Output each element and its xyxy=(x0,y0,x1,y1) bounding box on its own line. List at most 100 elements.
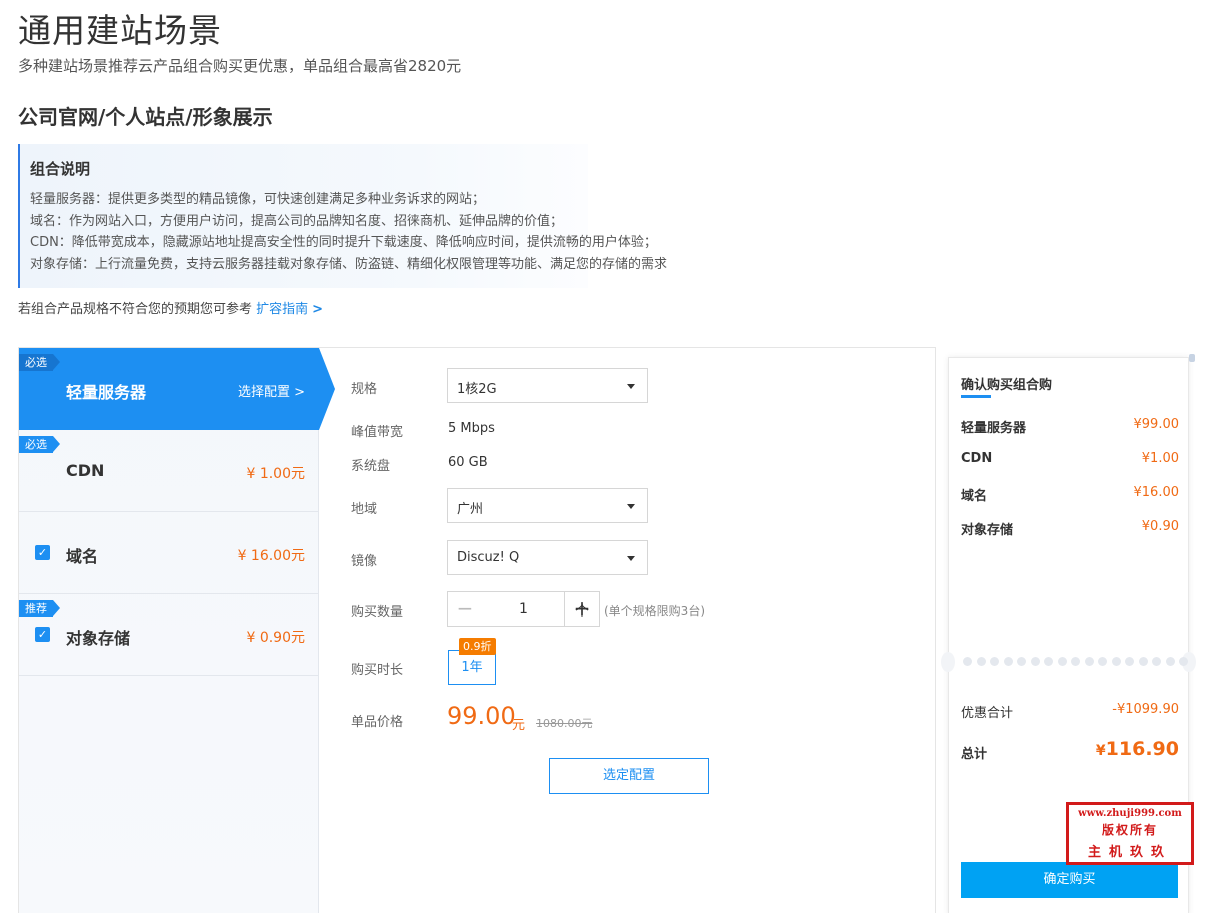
copyright-watermark: www.zhuji999.com 版权所有 主机玖玖 xyxy=(1066,802,1194,865)
product-price: ¥ 0.90元 xyxy=(246,630,305,646)
bandwidth-label: 峰值带宽 xyxy=(351,425,404,440)
summary-item-price: ¥99.00 xyxy=(1133,417,1180,432)
summary-item-price: ¥1.00 xyxy=(1141,451,1179,466)
summary-item-price: ¥16.00 xyxy=(1133,485,1180,500)
ticket-perforation xyxy=(949,655,1188,669)
checkbox-checked-icon[interactable]: ✓ xyxy=(35,545,50,560)
image-select[interactable]: Discuz! Q xyxy=(447,540,648,575)
perforation-dot xyxy=(1165,657,1175,666)
expansion-guide-link[interactable]: 扩容指南 > xyxy=(256,302,323,317)
quantity-limit: (单个规格限购3台) xyxy=(604,604,705,618)
page-subtitle: 多种建站场景推荐云产品组合购买更优惠，单品组合最高省2820元 xyxy=(18,57,462,75)
description-line: CDN：降低带宽成本，隐藏源站地址提高安全性的同时提升下载速度、降低响应时间，提… xyxy=(30,235,657,250)
perforation-dot xyxy=(1138,657,1148,666)
confirm-purchase-button[interactable]: 确定购买 xyxy=(961,862,1178,898)
description-line: 轻量服务器：提供更多类型的精品镜像，可快速创建满足多种业务诉求的网站； xyxy=(30,192,486,207)
product-price: ¥ 16.00元 xyxy=(237,548,305,564)
price-label: 单品价格 xyxy=(351,715,404,730)
hint-text: 若组合产品规格不符合您的预期您可参考 xyxy=(18,302,253,317)
product-item-cos[interactable]: 推荐 ✓ 对象存储 ¥ 0.90元 xyxy=(19,594,319,676)
caret-down-icon xyxy=(627,384,635,389)
summary-title: 确认购买组合购 xyxy=(961,378,1053,393)
bandwidth-value: 5 Mbps xyxy=(448,421,495,436)
perforation-dot xyxy=(1003,657,1013,666)
image-value: Discuz! Q xyxy=(457,550,520,565)
spec-select[interactable]: 1核2G xyxy=(447,368,648,403)
perforation-dot xyxy=(1179,657,1188,666)
bundle-description: 组合说明 轻量服务器：提供更多类型的精品镜像，可快速创建满足多种业务诉求的网站；… xyxy=(18,144,668,288)
duration-option-1-year[interactable]: 1年 xyxy=(448,650,496,685)
scene-title: 公司官网/个人站点/形象展示 xyxy=(18,105,273,129)
recommended-badge: 推荐 xyxy=(19,600,60,617)
perforation-dot xyxy=(1125,657,1134,666)
summary-item: 域名 ¥16.00 xyxy=(961,485,1179,505)
scrollbar-thumb[interactable] xyxy=(1189,354,1195,362)
chevron-right-icon: > xyxy=(312,302,324,317)
spec-label: 规格 xyxy=(351,382,378,397)
image-label: 镜像 xyxy=(351,554,378,569)
product-item-lighthouse[interactable]: 必选 轻量服务器 选择配置 > xyxy=(19,348,335,430)
total-label: 总计 xyxy=(961,747,988,762)
perforation-dot xyxy=(1057,657,1067,666)
summary-item-name: 轻量服务器 xyxy=(961,421,1027,436)
product-name: CDN xyxy=(66,461,105,480)
perforation-dot xyxy=(1030,657,1040,666)
perforation-dot xyxy=(963,657,972,666)
product-name: 轻量服务器 xyxy=(66,383,147,402)
disk-value: 60 GB xyxy=(448,455,488,470)
perforation-dot xyxy=(1111,657,1121,666)
product-name: 对象存储 xyxy=(66,629,131,648)
product-price: ¥ 1.00元 xyxy=(246,466,305,482)
product-list: 必选 轻量服务器 选择配置 > 必选 CDN ¥ 1.00元 ✓ 域名 ¥ 16… xyxy=(19,348,335,913)
bundle-config-card: 必选 轻量服务器 选择配置 > 必选 CDN ¥ 1.00元 ✓ 域名 ¥ 16… xyxy=(18,347,936,913)
summary-item-name: 域名 xyxy=(961,489,988,504)
summary-title-underline xyxy=(961,395,991,398)
product-name: 域名 xyxy=(66,547,99,566)
quantity-unit: 个 xyxy=(575,604,589,620)
summary-item: 轻量服务器 ¥99.00 xyxy=(961,417,1179,437)
total-currency: ¥ xyxy=(1095,743,1106,759)
perforation-dot xyxy=(990,657,999,666)
required-badge: 必选 xyxy=(19,436,60,453)
product-item-cdn[interactable]: 必选 CDN ¥ 1.00元 xyxy=(19,430,319,512)
perforation-dot xyxy=(1152,657,1161,666)
discount-label: 优惠合计 xyxy=(961,706,1014,721)
checkbox-checked-icon[interactable]: ✓ xyxy=(35,627,50,642)
summary-item: CDN ¥1.00 xyxy=(961,451,1179,471)
page-title: 通用建站场景 xyxy=(18,11,222,50)
unit-price: 99.00 xyxy=(447,702,516,730)
quantity-label: 购买数量 xyxy=(351,605,404,620)
confirm-config-button[interactable]: 选定配置 xyxy=(549,758,709,794)
duration-label: 购买时长 xyxy=(351,663,404,678)
price-unit: 元 xyxy=(512,718,526,733)
perforation-dot xyxy=(1098,657,1107,666)
perforation-dot xyxy=(1044,657,1053,666)
description-line: 对象存储：上行流量免费，支持云服务器挂载对象存储、防盗链、精细化权限管理等功能、… xyxy=(30,256,668,272)
total-amount: 116.90 xyxy=(1105,738,1179,760)
summary-item-name: 对象存储 xyxy=(961,523,1014,538)
required-badge: 必选 xyxy=(19,354,60,371)
caret-down-icon xyxy=(627,504,635,509)
perforation-dot xyxy=(1084,657,1094,666)
minus-icon[interactable]: − xyxy=(447,591,483,627)
summary-item: 对象存储 ¥0.90 xyxy=(961,519,1179,539)
watermark-url: www.zhuji999.com xyxy=(1078,808,1182,819)
summary-item-price: ¥0.90 xyxy=(1141,519,1179,534)
original-price: 1080.00元 xyxy=(536,717,593,730)
discount-badge: 0.9折 xyxy=(459,638,496,655)
perforation-dot xyxy=(1017,657,1026,666)
discount-value: -¥1099.90 xyxy=(1112,702,1179,717)
link-label: 扩容指南 xyxy=(256,302,309,317)
quantity-input[interactable]: 1 xyxy=(482,591,565,627)
summary-item-name: CDN xyxy=(961,451,993,466)
disk-label: 系统盘 xyxy=(351,459,391,474)
select-config-link[interactable]: 选择配置 > xyxy=(238,381,305,400)
expansion-hint: 若组合产品规格不符合您的预期您可参考 扩容指南 > xyxy=(18,298,323,317)
description-line: 域名：作为网站入口，方便用户访问，提高公司的品牌知名度、招徕商机、延伸品牌的价值… xyxy=(30,213,564,229)
total-value: ¥116.90 xyxy=(1096,738,1179,760)
region-label: 地域 xyxy=(351,502,378,517)
region-select[interactable]: 广州 xyxy=(447,488,648,523)
region-value: 广州 xyxy=(457,502,484,517)
product-item-domain[interactable]: ✓ 域名 ¥ 16.00元 xyxy=(19,512,319,594)
watermark-brand: 主机玖玖 xyxy=(1087,845,1172,860)
